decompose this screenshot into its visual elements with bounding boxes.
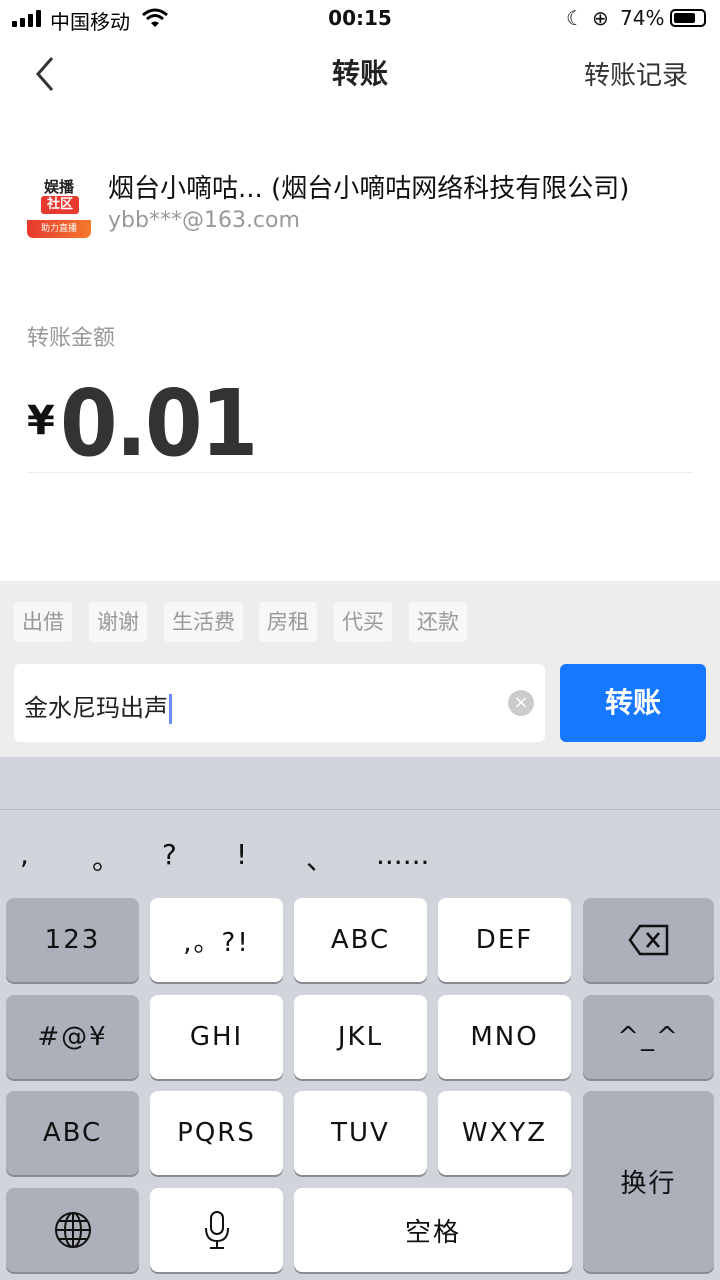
logo-text-3: 助力直播 <box>27 220 91 238</box>
return-key[interactable]: 换行 <box>583 1091 714 1272</box>
rotation-lock-icon: ⊕ <box>592 6 609 30</box>
key-tuv[interactable]: TUV <box>294 1091 427 1175</box>
status-bar: 中国移动 00:15 ☾ ⊕ 74% <box>0 0 720 40</box>
transfer-button[interactable]: 转账 <box>560 664 706 742</box>
key-punct[interactable]: ,。?! <box>150 898 283 982</box>
payee-account: ybb***@163.com <box>108 208 300 233</box>
tag-chip[interactable]: 还款 <box>409 602 467 642</box>
battery-percent: 74% <box>620 6 665 30</box>
key-123[interactable]: 123 <box>6 898 139 982</box>
microphone-icon <box>204 1211 229 1249</box>
space-key[interactable]: 空格 <box>294 1188 572 1272</box>
amount-input[interactable]: 0.01 <box>60 370 258 477</box>
key-symbols[interactable]: #@¥ <box>6 995 139 1079</box>
candidate-key[interactable]: 、 <box>306 838 334 878</box>
divider <box>27 472 693 473</box>
key-def[interactable]: DEF <box>438 898 571 982</box>
backspace-key[interactable] <box>583 898 714 982</box>
tag-chip[interactable]: 房租 <box>259 602 317 642</box>
clear-icon[interactable]: × <box>508 690 534 716</box>
currency-symbol: ¥ <box>27 398 55 444</box>
key-wxyz[interactable]: WXYZ <box>438 1091 571 1175</box>
backspace-icon <box>627 924 668 956</box>
key-abc[interactable]: ABC <box>294 898 427 982</box>
key-pqrs[interactable]: PQRS <box>150 1091 283 1175</box>
transfer-history-link[interactable]: 转账记录 <box>584 55 688 92</box>
moon-icon: ☾ <box>566 6 584 30</box>
globe-icon <box>54 1212 91 1248</box>
logo-text-2: 社区 <box>41 196 79 214</box>
key-ghi[interactable]: GHI <box>150 995 283 1079</box>
globe-key[interactable] <box>6 1188 139 1272</box>
key-mno[interactable]: MNO <box>438 995 571 1079</box>
key-abc-switch[interactable]: ABC <box>6 1091 139 1175</box>
tag-chip[interactable]: 生活费 <box>164 602 243 642</box>
tag-chip[interactable]: 出借 <box>14 602 72 642</box>
keyboard-divider <box>0 809 720 810</box>
candidate-key[interactable]: 。 <box>92 838 120 878</box>
tag-chip[interactable]: 谢谢 <box>89 602 147 642</box>
remark-input-value[interactable]: 金水尼玛出声 <box>24 688 172 724</box>
microphone-key[interactable] <box>150 1188 283 1272</box>
logo-text-1: 娱播 <box>43 178 74 196</box>
payee-avatar: 娱播 社区 助力直播 <box>27 172 91 238</box>
candidate-key[interactable]: ! <box>236 838 247 871</box>
key-jkl[interactable]: JKL <box>294 995 427 1079</box>
battery-icon <box>670 9 706 27</box>
clock: 00:15 <box>328 6 392 30</box>
text-caret <box>169 694 172 724</box>
emoji-key[interactable]: ^_^ <box>583 995 714 1079</box>
candidate-key[interactable]: ? <box>162 838 177 871</box>
amount-label: 转账金额 <box>27 326 116 351</box>
remark-text: 金水尼玛出声 <box>24 694 168 722</box>
tag-chip[interactable]: 代买 <box>334 602 392 642</box>
payee-name: 烟台小嘀咕... (烟台小嘀咕网络科技有限公司) <box>108 174 630 204</box>
candidate-key[interactable]: ...... <box>376 838 429 871</box>
candidate-key[interactable]: , <box>20 838 29 871</box>
